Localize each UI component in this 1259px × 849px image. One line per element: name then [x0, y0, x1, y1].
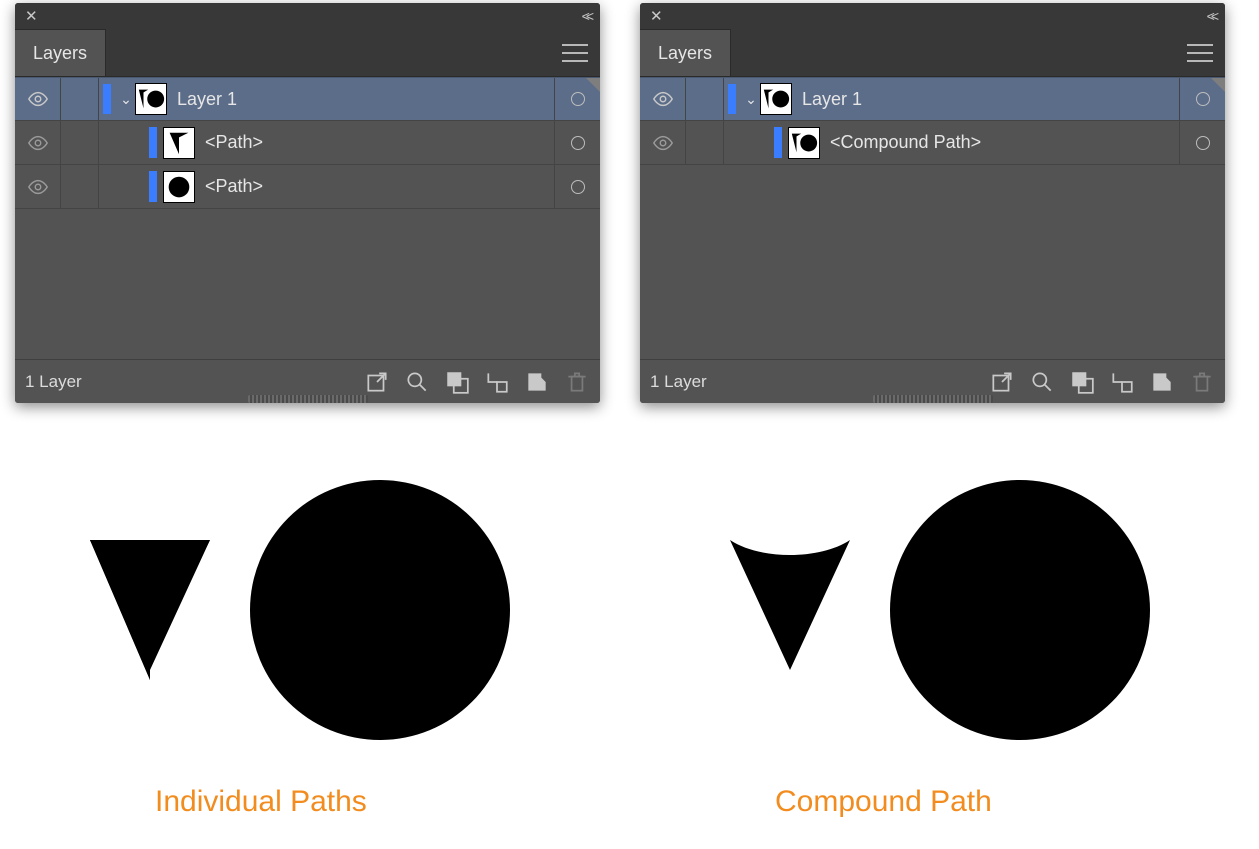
caption-right: Compound Path: [775, 785, 992, 819]
layer-row[interactable]: <Compound Path>: [640, 121, 1225, 165]
resize-grip[interactable]: [873, 395, 993, 403]
panel-menu-icon[interactable]: [562, 44, 588, 62]
target-ring-icon: [1196, 136, 1210, 150]
collapse-icon[interactable]: <<: [1207, 8, 1215, 24]
panel-titlebar: ✕ <<: [640, 3, 1225, 29]
layer-label: Layer 1: [177, 89, 237, 110]
layer-label: <Compound Path>: [830, 132, 981, 153]
lock-toggle[interactable]: [61, 121, 99, 164]
visibility-toggle[interactable]: [640, 78, 686, 120]
layer-thumbnail: [135, 83, 167, 115]
layer-rows: ⌄ Layer 1 <Path>: [15, 77, 600, 209]
panel-tabbar: Layers: [640, 29, 1225, 77]
chevron-down-icon[interactable]: ⌄: [742, 91, 760, 108]
eye-icon: [27, 176, 49, 198]
layer-rows: ⌄ Layer 1 <Compound Path>: [640, 77, 1225, 165]
new-sublayer-icon[interactable]: [484, 369, 510, 395]
layer-color-strip: [149, 127, 157, 157]
locate-icon[interactable]: [1029, 369, 1055, 395]
layer-color-strip: [103, 84, 111, 113]
panel-titlebar: ✕ <<: [15, 3, 600, 29]
chevron-down-icon[interactable]: ⌄: [117, 91, 135, 108]
new-layer-icon[interactable]: [524, 369, 550, 395]
visibility-toggle[interactable]: [15, 121, 61, 164]
make-clip-icon[interactable]: [444, 369, 470, 395]
target-ring-icon: [571, 92, 585, 106]
panel-menu-icon[interactable]: [1187, 44, 1213, 62]
collapse-icon[interactable]: <<: [582, 8, 590, 24]
layer-label: Layer 1: [802, 89, 862, 110]
artwork-compound-path: [700, 460, 1220, 760]
target-toggle[interactable]: [1179, 121, 1225, 164]
new-sublayer-icon[interactable]: [1109, 369, 1135, 395]
target-toggle[interactable]: [554, 121, 600, 164]
eye-icon: [652, 132, 674, 154]
lock-toggle[interactable]: [61, 78, 99, 120]
layer-color-strip: [728, 84, 736, 113]
layers-panel-left: ✕ << Layers ⌄ Layer 1: [15, 3, 600, 403]
layer-color-strip: [149, 171, 157, 201]
target-ring-icon: [571, 180, 585, 194]
layer-row[interactable]: ⌄ Layer 1: [640, 77, 1225, 121]
trash-icon[interactable]: [564, 369, 590, 395]
lock-toggle[interactable]: [686, 121, 724, 164]
layer-color-strip: [774, 127, 782, 157]
layer-label: <Path>: [205, 132, 263, 153]
target-toggle[interactable]: [554, 165, 600, 208]
resize-grip[interactable]: [248, 395, 368, 403]
target-toggle[interactable]: [554, 78, 600, 120]
visibility-toggle[interactable]: [15, 78, 61, 120]
layer-label: <Path>: [205, 176, 263, 197]
layer-count-label: 1 Layer: [650, 372, 707, 392]
eye-icon: [27, 88, 49, 110]
lock-toggle[interactable]: [686, 78, 724, 120]
layer-row[interactable]: ⌄ Layer 1: [15, 77, 600, 121]
target-ring-icon: [1196, 92, 1210, 106]
artwork-individual-paths: [60, 460, 580, 760]
layer-row[interactable]: <Path>: [15, 121, 600, 165]
tab-layers[interactable]: Layers: [640, 29, 731, 76]
layer-count-label: 1 Layer: [25, 372, 82, 392]
layer-thumbnail: [163, 127, 195, 159]
tab-layers[interactable]: Layers: [15, 29, 106, 76]
export-icon[interactable]: [364, 369, 390, 395]
layer-thumbnail: [163, 171, 195, 203]
layer-thumbnail: [788, 127, 820, 159]
eye-icon: [27, 132, 49, 154]
caption-left: Individual Paths: [155, 785, 367, 819]
layers-panel-right: ✕ << Layers ⌄ Layer 1: [640, 3, 1225, 403]
close-icon[interactable]: ✕: [25, 9, 38, 24]
new-layer-icon[interactable]: [1149, 369, 1175, 395]
locate-icon[interactable]: [404, 369, 430, 395]
make-clip-icon[interactable]: [1069, 369, 1095, 395]
close-icon[interactable]: ✕: [650, 9, 663, 24]
target-toggle[interactable]: [1179, 78, 1225, 120]
lock-toggle[interactable]: [61, 165, 99, 208]
layer-row[interactable]: <Path>: [15, 165, 600, 209]
visibility-toggle[interactable]: [640, 121, 686, 164]
export-icon[interactable]: [989, 369, 1015, 395]
layer-thumbnail: [760, 83, 792, 115]
panel-tabbar: Layers: [15, 29, 600, 77]
target-ring-icon: [571, 136, 585, 150]
visibility-toggle[interactable]: [15, 165, 61, 208]
trash-icon[interactable]: [1189, 369, 1215, 395]
eye-icon: [652, 88, 674, 110]
